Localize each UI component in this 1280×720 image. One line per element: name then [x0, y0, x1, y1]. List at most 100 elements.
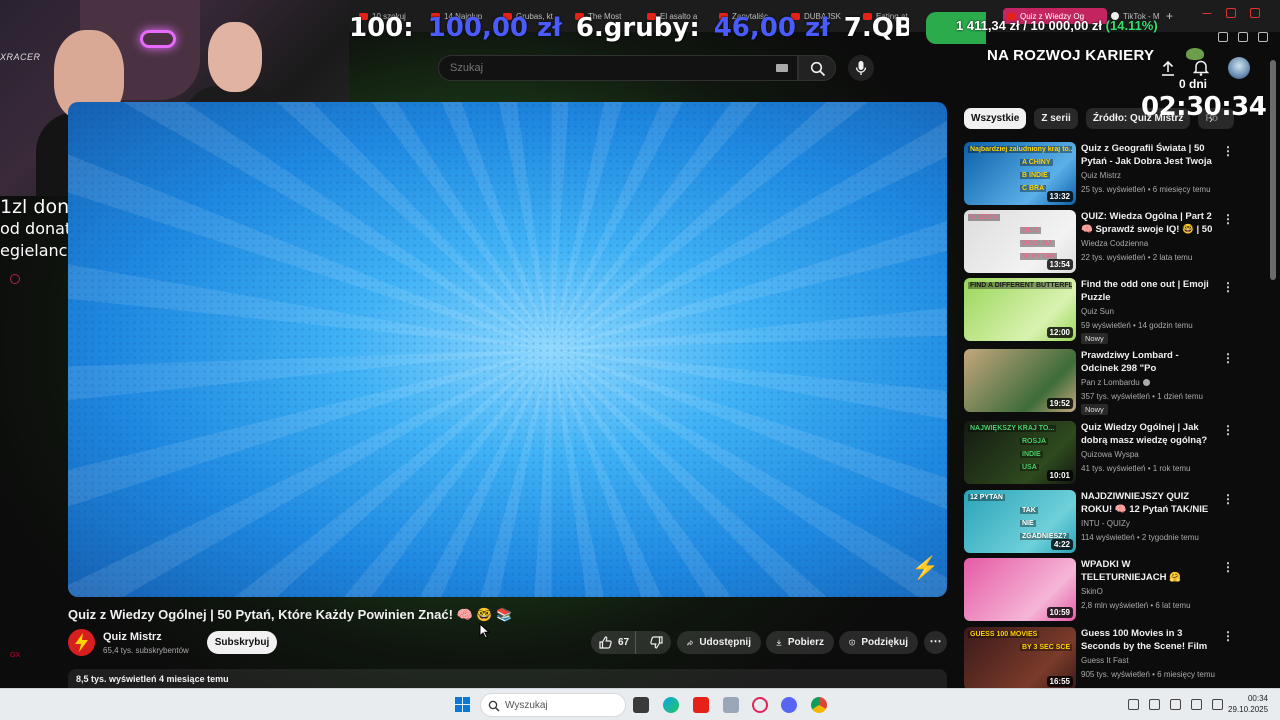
- download-button[interactable]: Pobierz: [766, 631, 834, 654]
- video-thumbnail[interactable]: GUESS 100 MOVIES BY 3 SEC SCE 16:55: [964, 627, 1076, 690]
- video-title[interactable]: Quiz Wiedzy Ogólnej | Jak dobrą masz wie…: [1081, 421, 1216, 447]
- voice-search-button[interactable]: [848, 55, 874, 81]
- video-thumbnail[interactable]: 12 PYTAŃ TAK NIE ZGADNIESZ? 4:22: [964, 490, 1076, 553]
- profile-icon[interactable]: [1218, 32, 1228, 42]
- clock[interactable]: 00:34 29.10.2025: [1228, 693, 1268, 715]
- days-counter: 0 dni: [1179, 77, 1208, 91]
- taskbar-search[interactable]: Wyszukaj: [480, 693, 626, 717]
- video-title[interactable]: Find the odd one out | Emoji Puzzle: [1081, 278, 1216, 304]
- video-thumbnail[interactable]: 10:59: [964, 558, 1076, 621]
- video-title[interactable]: NAJDZIWNIEJSZY QUIZ ROKU! 🧠 12 Pytań TAK…: [1081, 490, 1216, 516]
- video-thumbnail[interactable]: NAJWIĘKSZY KRAJ TO... ROSJA INDIE USA 10:01: [964, 421, 1076, 484]
- recommended-video[interactable]: GUESS 100 MOVIES BY 3 SEC SCE 16:55 Guess 1…: [964, 627, 1254, 691]
- clock-date: 29.10.2025: [1228, 705, 1269, 714]
- video-title: Quiz z Wiedzy Ogólnej | 50 Pytań, Które …: [68, 607, 513, 622]
- windows-start-icon[interactable]: [455, 697, 470, 712]
- bell-icon[interactable]: [1193, 59, 1209, 76]
- recommended-video[interactable]: NAJWIĘKSZY KRAJ TO... ROSJA INDIE USA 10:01 Q…: [964, 421, 1254, 485]
- channel-name[interactable]: SkinO: [1081, 587, 1103, 596]
- upload-icon[interactable]: [1161, 60, 1175, 76]
- share-button[interactable]: Udostępnij: [677, 631, 761, 654]
- video-title[interactable]: Guess 100 Movies in 3 Seconds by the Sce…: [1081, 627, 1216, 653]
- chip-series[interactable]: Z serii: [1034, 108, 1078, 129]
- more-options-icon[interactable]: ⋮: [1222, 351, 1234, 365]
- menu-icon[interactable]: [1258, 32, 1268, 42]
- snipping-tool-icon[interactable]: [723, 697, 739, 713]
- video-thumbnail[interactable]: Najbardziej zaludniony kraj to... A CHINY…: [964, 142, 1076, 205]
- maximize-icon[interactable]: [1226, 8, 1236, 18]
- recommended-video[interactable]: WIEDZA QUIZ OGÓLNA 50 PYTAŃ 13:54 QUIZ: Wiedz…: [964, 210, 1254, 274]
- discord-icon[interactable]: [781, 697, 797, 713]
- edge-icon[interactable]: [663, 697, 679, 713]
- more-options-icon[interactable]: ⋮: [1222, 144, 1234, 158]
- keyboard-icon[interactable]: [776, 64, 788, 72]
- network-icon[interactable]: [1191, 699, 1202, 710]
- recommended-video[interactable]: 19:52 Prawdziwy Lombard - Odcinek 298 "Po…: [964, 349, 1254, 415]
- more-options-icon[interactable]: ⋮: [1222, 492, 1234, 506]
- download-icon[interactable]: [1238, 32, 1248, 42]
- video-duration: 13:32: [1046, 191, 1073, 202]
- recommended-video[interactable]: 10:59 WPADKI W TELETURNIEJACH 🤗FAMILIADA …: [964, 558, 1254, 622]
- thumbnail-text: A CHINY: [1020, 159, 1053, 166]
- more-options-icon[interactable]: ⋮: [1222, 423, 1234, 437]
- video-title[interactable]: QUIZ: Wiedza Ogólna | Part 2 🧠 Sprawdź s…: [1081, 210, 1216, 236]
- settings-icon[interactable]: [10, 274, 20, 284]
- search-input[interactable]: [450, 62, 750, 74]
- chevron-right-icon[interactable]: ›: [1209, 112, 1213, 126]
- like-button[interactable]: 67: [591, 631, 636, 654]
- minimize-icon[interactable]: [1202, 8, 1212, 14]
- recommended-video[interactable]: 12 PYTAŃ TAK NIE ZGADNIESZ? 4:22 NAJDZIWNIEJS…: [964, 490, 1254, 554]
- channel-name[interactable]: Quiz Mistrz: [103, 631, 162, 643]
- chrome-icon[interactable]: [811, 697, 827, 713]
- search-button[interactable]: [798, 55, 836, 81]
- subscriber-count: 65,4 tys. subskrybentów: [103, 646, 189, 655]
- ticker-amount-1: 100,00 zł: [427, 13, 562, 43]
- chip-source[interactable]: Źródło: Quiz Mistrz: [1085, 108, 1191, 129]
- subscribe-button[interactable]: Subskrybuj: [207, 631, 277, 654]
- video-thumbnail[interactable]: FIND A DIFFERENT BUTTERFLY 12:00: [964, 278, 1076, 341]
- chip-all[interactable]: Wszystkie: [964, 108, 1027, 129]
- video-meta: 41 tys. wyświetleń • 1 rok temu: [1081, 464, 1191, 473]
- gx-label: GX: [10, 652, 21, 659]
- thumbnail-text: 12 PYTAŃ: [968, 494, 1005, 501]
- scrollbar[interactable]: [1270, 60, 1276, 280]
- file-explorer-icon[interactable]: [633, 697, 649, 713]
- more-options-icon[interactable]: ⋮: [1222, 560, 1234, 574]
- recommended-video[interactable]: FIND A DIFFERENT BUTTERFLY 12:00 Find the …: [964, 278, 1254, 344]
- chevron-up-icon[interactable]: [1128, 699, 1139, 710]
- volume-icon[interactable]: [1212, 699, 1223, 710]
- new-tab-button[interactable]: +: [1166, 9, 1173, 23]
- youtube-icon[interactable]: [693, 697, 709, 713]
- video-title[interactable]: WPADKI W TELETURNIEJACH 🤗FAMILIADA / KOŁ…: [1081, 558, 1216, 584]
- channel-name[interactable]: INTU - QUIZy: [1081, 519, 1130, 528]
- channel-name[interactable]: Pan z Lombardu: [1081, 378, 1150, 387]
- download-label: Pobierz: [787, 637, 824, 648]
- microphone-icon[interactable]: [1170, 699, 1181, 710]
- chip-more[interactable]: Po: [1198, 108, 1235, 129]
- video-title[interactable]: Quiz z Geografii Świata | 50 Pytań - Jak…: [1081, 142, 1216, 168]
- channel-name[interactable]: Guess It Fast: [1081, 656, 1129, 665]
- channel-name[interactable]: Wiedza Codzienna: [1081, 239, 1148, 248]
- thanks-button[interactable]: $ Podziękuj: [839, 631, 918, 654]
- more-options-icon[interactable]: ⋮: [1222, 629, 1234, 643]
- system-tray: [1128, 699, 1223, 710]
- channel-name[interactable]: Quiz Sun: [1081, 307, 1114, 316]
- more-options-icon[interactable]: ⋮: [1222, 212, 1234, 226]
- dislike-button[interactable]: [642, 631, 671, 654]
- video-thumbnail[interactable]: 19:52: [964, 349, 1076, 412]
- close-icon[interactable]: [1250, 8, 1260, 18]
- user-avatar[interactable]: [1228, 57, 1250, 79]
- channel-name[interactable]: Quizowa Wyspa: [1081, 450, 1139, 459]
- opera-gx-icon[interactable]: [752, 697, 768, 713]
- more-actions-button[interactable]: ⋯: [924, 631, 947, 654]
- video-player[interactable]: ⚡: [68, 102, 947, 597]
- video-thumbnail[interactable]: WIEDZA QUIZ OGÓLNA 50 PYTAŃ 13:54: [964, 210, 1076, 273]
- more-options-icon[interactable]: ⋮: [1222, 280, 1234, 294]
- channel-name[interactable]: Quiz Mistrz: [1081, 171, 1121, 180]
- video-title[interactable]: Prawdziwy Lombard - Odcinek 298 "Po gang…: [1081, 349, 1216, 375]
- cloud-icon[interactable]: [1149, 699, 1160, 710]
- video-duration: 16:55: [1046, 676, 1073, 687]
- recommended-video[interactable]: Najbardziej zaludniony kraj to... A CHINY…: [964, 142, 1254, 206]
- channel-avatar[interactable]: [68, 629, 95, 656]
- video-duration: 13:54: [1046, 259, 1073, 270]
